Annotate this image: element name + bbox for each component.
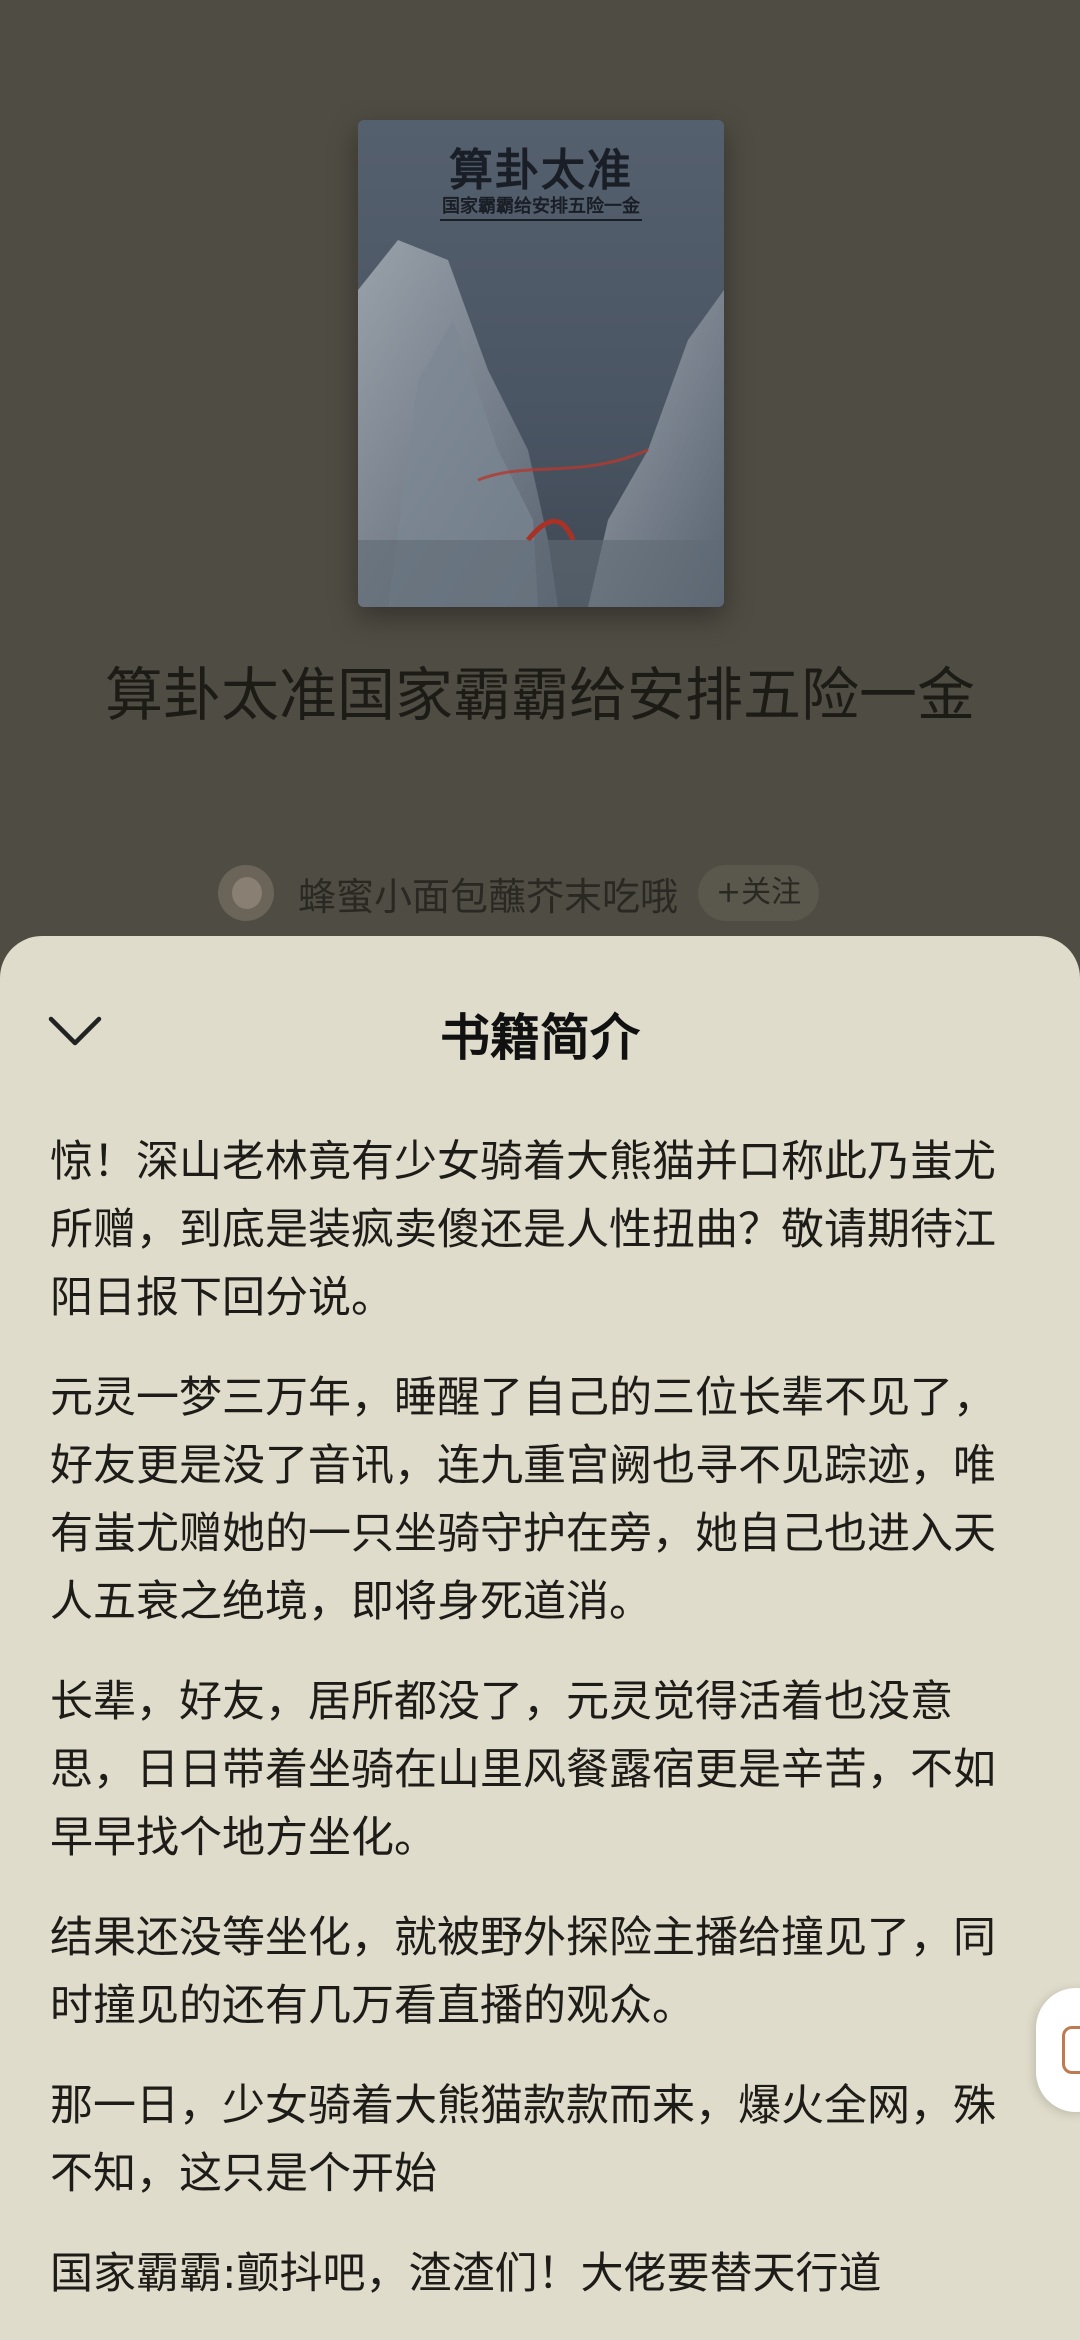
cover-subtitle: 国家霸霸给安排五险一金	[358, 192, 724, 221]
book-cover[interactable]: 算卦太准 国家霸霸给安排五险一金	[358, 120, 724, 607]
avatar-face	[232, 877, 262, 909]
book-intro-sheet: 书籍简介 惊！深山老林竟有少女骑着大熊猫并口称此乃蚩尤所赠，到底是装疯卖傻还是人…	[0, 936, 1080, 2340]
intro-paragraph: 国家霸霸:颤抖吧，渣渣们！大佬要替天行道	[50, 2249, 882, 2299]
intro-text: 惊！深山老林竟有少女骑着大熊猫并口称此乃蚩尤所赠，到底是装疯卖傻还是人性扭曲？敬…	[50, 1128, 1030, 2340]
intro-paragraph: 元灵一梦三万年，睡醒了自己的三位长辈不见了，好友更是没了音讯，连九重宫阙也寻不见…	[50, 1373, 996, 1627]
author-avatar[interactable]	[218, 865, 274, 921]
intro-paragraph: 结果还没等坐化，就被野外探险主播给撞见了，同时撞见的还有几万看直播的观众。	[50, 1913, 996, 2031]
cover-title: 算卦太准	[449, 145, 633, 196]
intro-paragraph: 长辈，好友，居所都没了，元灵觉得活着也没意思，日日带着坐骑在山里风餐露宿更是辛苦…	[50, 1677, 996, 1863]
book-title: 算卦太准国家霸霸给安排五险一金	[104, 661, 975, 729]
floating-assistant-icon	[1062, 2026, 1080, 2074]
floating-assistant-button[interactable]	[1036, 1988, 1080, 2112]
author-row: 蜂蜜小面包蘸芥末吃哦 +关注	[218, 862, 820, 924]
sheet-title: 书籍简介	[440, 1009, 640, 1067]
intro-paragraph: 惊！深山老林竟有少女骑着大熊猫并口称此乃蚩尤所赠，到底是装疯卖傻还是人性扭曲？敬…	[50, 1137, 996, 1323]
follow-button[interactable]: +关注	[698, 865, 820, 921]
intro-paragraph: 那一日，少女骑着大熊猫款款而来，爆火全网，殊不知，这只是个开始	[50, 2081, 996, 2199]
author-name[interactable]: 蜂蜜小面包蘸芥末吃哦	[298, 866, 678, 921]
